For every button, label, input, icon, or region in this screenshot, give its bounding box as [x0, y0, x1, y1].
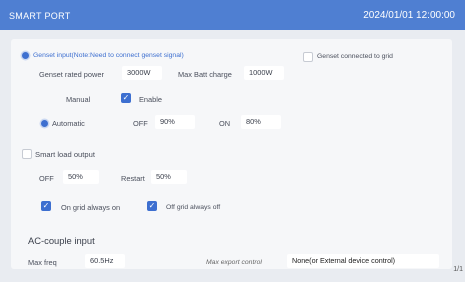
genset-connected-checkbox[interactable]: [303, 52, 313, 62]
smart-load-checkbox[interactable]: [22, 149, 32, 159]
manual-label: Manual: [66, 95, 91, 104]
max-batt-input[interactable]: 1000W: [244, 66, 284, 80]
max-freq-input[interactable]: 60.5Hz: [85, 254, 125, 268]
auto-off-label: OFF: [133, 119, 148, 128]
max-export-label: Max export control: [206, 259, 262, 266]
rated-power-label: Genset rated power: [39, 70, 104, 79]
automatic-radio[interactable]: [41, 120, 48, 127]
max-batt-label: Max Batt charge: [178, 70, 232, 79]
smart-load-restart-input[interactable]: 50%: [151, 170, 187, 184]
page-indicator: 1/1: [453, 266, 463, 273]
off-grid-always-off-label: Off grid always off: [166, 204, 221, 211]
top-bar: SMART PORT 2024/01/01 12:00:00: [0, 0, 465, 30]
auto-on-label: ON: [219, 119, 231, 128]
smart-load-label: Smart load output: [35, 150, 95, 159]
genset-input-label: Genset input(Note:Need to connect genset…: [33, 52, 184, 59]
on-grid-always-on-checkbox[interactable]: ✓: [41, 201, 51, 211]
enable-checkbox[interactable]: ✓: [121, 93, 131, 103]
ac-couple-label: AC-couple input: [28, 235, 95, 246]
off-grid-always-off-checkbox[interactable]: ✓: [147, 201, 157, 211]
automatic-label: Automatic: [52, 119, 85, 128]
on-grid-always-on-label: On grid always on: [61, 203, 121, 212]
rated-power-input[interactable]: 3000W: [122, 66, 162, 80]
smart-load-restart-label: Restart: [121, 174, 145, 183]
page-title: SMART PORT: [9, 11, 71, 21]
smart-load-off-input[interactable]: 50%: [63, 170, 99, 184]
max-freq-label: Max freq: [28, 258, 57, 267]
auto-off-input[interactable]: 90%: [155, 115, 195, 129]
genset-connected-label: Genset connected to grid: [317, 53, 393, 60]
enable-label: Enable: [139, 95, 163, 104]
max-export-select[interactable]: None(or External device control): [287, 254, 439, 268]
datetime: 2024/01/01 12:00:00: [363, 10, 455, 21]
auto-on-input[interactable]: 80%: [241, 115, 281, 129]
settings-panel: Genset input(Note:Need to connect genset…: [11, 39, 452, 269]
genset-input-radio[interactable]: [22, 52, 29, 59]
smart-load-off-label: OFF: [39, 174, 54, 183]
